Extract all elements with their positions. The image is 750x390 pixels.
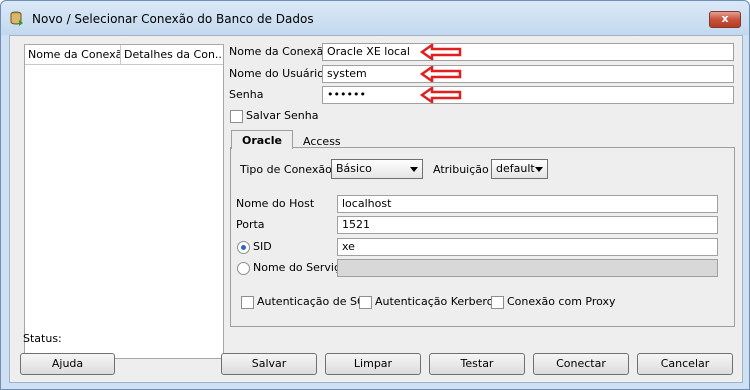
sid-field[interactable]: xe <box>337 238 718 256</box>
save-password-label: Salvar Senha <box>246 109 319 122</box>
tab-oracle[interactable]: Oracle <box>231 130 293 149</box>
proxy-connection-label: Conexão com Proxy <box>507 295 616 308</box>
connections-table[interactable]: Nome da Conexão Detalhes da Con... <box>24 44 224 359</box>
port-label: Porta <box>236 218 265 231</box>
annotation-arrow-icon <box>420 87 462 103</box>
kerberos-auth-label: Autenticação Kerberos <box>375 295 500 308</box>
column-header-conn-name[interactable]: Nome da Conexão <box>25 45 121 64</box>
save-button[interactable]: Salvar <box>221 353 317 375</box>
password-label: Senha <box>229 88 264 101</box>
port-field[interactable]: 1521 <box>337 216 718 234</box>
conn-type-label: Tipo de Conexão <box>240 163 332 176</box>
host-field[interactable]: localhost <box>337 195 718 213</box>
help-button[interactable]: Ajuda <box>20 353 115 375</box>
proxy-connection-checkbox[interactable] <box>491 296 504 309</box>
status-label: Status: <box>23 332 62 345</box>
service-name-label: Nome do Serviço <box>253 261 347 274</box>
title-bar[interactable]: Novo / Selecionar Conexão do Banco de Da… <box>1 1 749 35</box>
column-header-conn-details[interactable]: Detalhes da Con... <box>121 45 222 64</box>
cancel-button[interactable]: Cancelar <box>637 353 733 375</box>
dialog-window: Novo / Selecionar Conexão do Banco de Da… <box>0 0 750 390</box>
close-icon: x <box>721 12 729 25</box>
chevron-down-icon <box>410 167 418 172</box>
user-field[interactable]: system <box>322 65 734 83</box>
password-field[interactable]: •••••• <box>322 86 734 104</box>
save-password-checkbox[interactable] <box>230 110 243 123</box>
service-name-field <box>337 259 718 277</box>
table-header: Nome da Conexão Detalhes da Con... <box>25 45 223 65</box>
host-label: Nome do Host <box>236 197 315 210</box>
role-label: Atribuição <box>433 163 489 176</box>
conn-type-value: Básico <box>336 162 372 175</box>
role-dropdown[interactable]: default <box>491 159 548 179</box>
test-button[interactable]: Testar <box>429 353 525 375</box>
clear-button[interactable]: Limpar <box>325 353 421 375</box>
role-value: default <box>496 162 535 175</box>
conn-type-dropdown[interactable]: Básico <box>331 159 423 179</box>
sid-radio[interactable] <box>237 241 250 254</box>
service-name-radio[interactable] <box>237 262 250 275</box>
database-icon <box>10 11 23 26</box>
os-auth-checkbox[interactable] <box>241 296 254 309</box>
conn-name-field[interactable]: Oracle XE local <box>322 43 734 61</box>
conn-name-label: Nome da Conexão <box>229 45 331 58</box>
os-auth-label: Autenticação de SO <box>257 295 366 308</box>
annotation-arrow-icon <box>420 66 462 82</box>
close-button[interactable]: x <box>709 11 741 28</box>
connect-button[interactable]: Conectar <box>533 353 629 375</box>
sid-label: SID <box>253 240 272 253</box>
dialog-body: Nome da Conexão Detalhes da Con... Nome … <box>9 35 743 383</box>
window-title: Novo / Selecionar Conexão do Banco de Da… <box>32 12 314 26</box>
kerberos-auth-checkbox[interactable] <box>359 296 372 309</box>
user-label: Nome do Usuário <box>229 67 324 80</box>
annotation-arrow-icon <box>420 44 462 60</box>
chevron-down-icon <box>535 167 543 172</box>
tab-access[interactable]: Access <box>293 132 351 151</box>
